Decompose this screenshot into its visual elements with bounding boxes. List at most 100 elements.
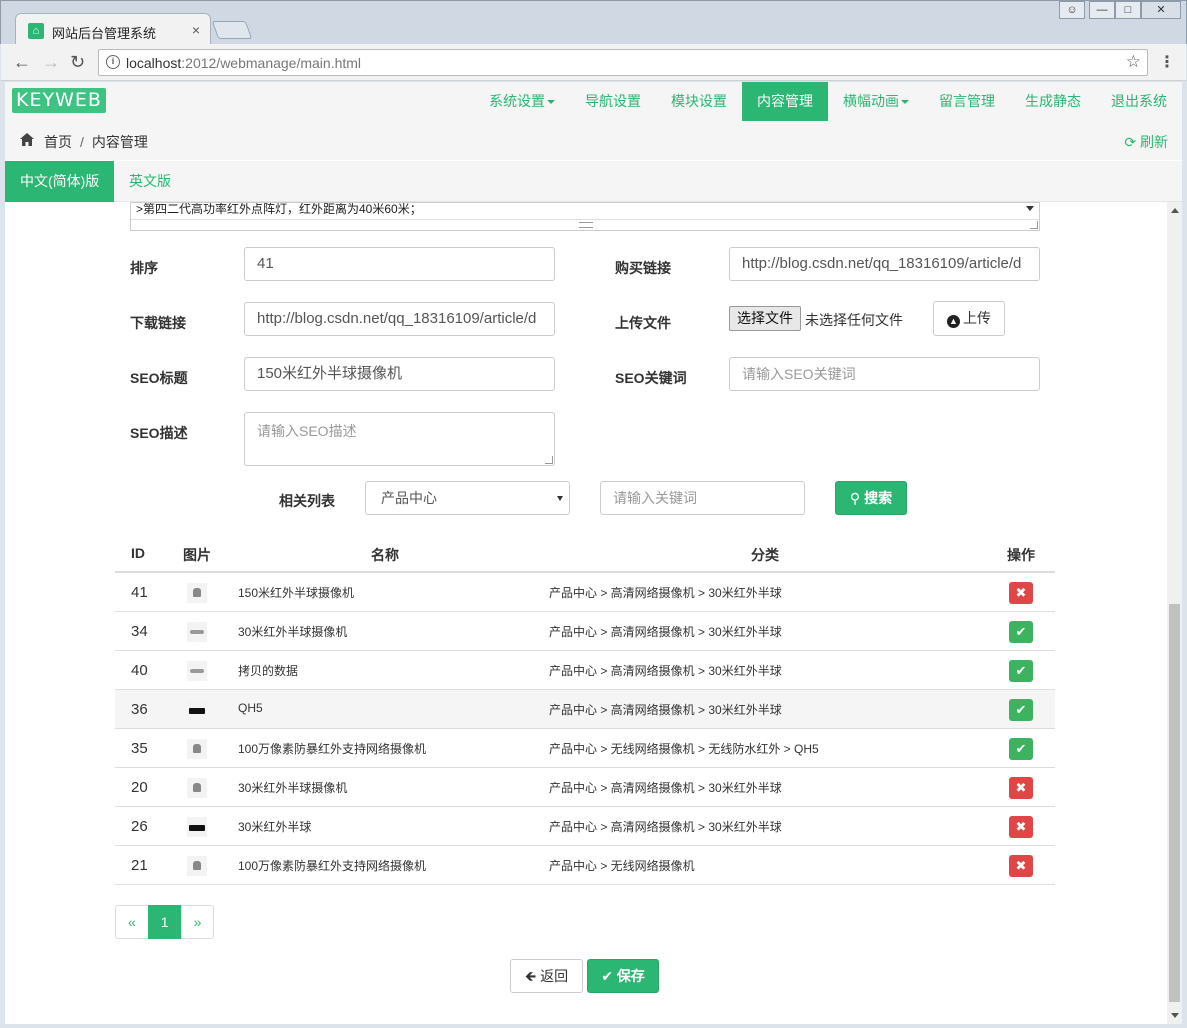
row-name: 30米红外半球摄像机 [238, 625, 348, 639]
menu-item-messages[interactable]: 留言管理 [924, 82, 1010, 121]
row-id: 20 [131, 779, 148, 796]
product-thumbnail [187, 817, 207, 837]
remove-relation-button[interactable]: ✖ [1009, 777, 1033, 799]
resize-grip-icon[interactable] [545, 456, 553, 464]
related-list-select[interactable]: 产品中心 [365, 481, 570, 515]
refresh-button[interactable]: ⟳ 刷新 [1124, 132, 1168, 152]
row-name: 100万像素防暴红外支持网络摄像机 [238, 742, 427, 756]
search-button[interactable]: ⚲ 搜索 [835, 481, 907, 515]
table-row[interactable]: 20 30米红外半球摄像机 产品中心 > 高清网络摄像机 > 30米红外半球 ✖ [115, 768, 1055, 807]
sort-label: 排序 [130, 260, 158, 276]
header-action: 操作 [1007, 547, 1035, 563]
resize-grip-icon[interactable] [1030, 221, 1038, 229]
url-input[interactable]: i localhost:2012/webmanage/main.html ☆ [98, 49, 1148, 76]
profile-icon[interactable]: ☺ [1059, 1, 1085, 19]
upload-file-label: 上传文件 [615, 315, 671, 331]
page: KEYWEB 系统设置 导航设置 模块设置 内容管理 横幅动画 留言管理 生成静… [5, 82, 1182, 1024]
pagination: « 1 » [115, 905, 215, 939]
resize-handle-icon[interactable] [579, 222, 593, 228]
add-relation-button[interactable]: ✔ [1009, 699, 1033, 721]
pagination-page[interactable]: 1 [147, 905, 182, 939]
sort-input[interactable]: 41 [244, 247, 555, 281]
row-category: 产品中心 > 高清网络摄像机 > 30米红外半球 [549, 664, 782, 678]
add-relation-button[interactable]: ✔ [1009, 660, 1033, 682]
url-path: :2012/webmanage/main.html [181, 55, 362, 71]
download-link-input[interactable]: http://blog.csdn.net/qq_18316109/article… [244, 302, 555, 336]
table-row[interactable]: 35 100万像素防暴红外支持网络摄像机 产品中心 > 无线网络摄像机 > 无线防水… [115, 729, 1055, 768]
seo-title-input[interactable]: 150米红外半球摄像机 [244, 357, 555, 391]
back-button[interactable]: 🡸 返回 [510, 959, 583, 993]
minimize-button[interactable]: — [1089, 1, 1115, 19]
tab-chinese[interactable]: 中文(简体)版 [5, 161, 115, 202]
table-row[interactable]: 26 30米红外半球 产品中心 > 高清网络摄像机 > 30米红外半球 ✖ [115, 807, 1055, 846]
browser-tab[interactable]: ⌂ 网站后台管理系统 × [15, 13, 211, 47]
remove-relation-button[interactable]: ✖ [1009, 582, 1033, 604]
product-thumbnail [187, 661, 207, 681]
check-icon: ✔ [601, 968, 613, 984]
tab-english[interactable]: 英文版 [114, 161, 186, 202]
menu-item-banner-animation[interactable]: 横幅动画 [828, 82, 924, 121]
content-editor-textarea[interactable]: >第四二代高功率红外点阵灯，红外距离为40米60米； [130, 202, 1040, 231]
tab-close-icon[interactable]: × [192, 22, 200, 38]
camera-icon [190, 630, 204, 634]
related-items-table: ID 图片 名称 分类 操作 41 150米红外半球摄像机 产品中心 > 高清网络摄… [115, 533, 1055, 885]
download-link-label: 下载链接 [130, 315, 186, 331]
scroll-down-icon[interactable] [1171, 1013, 1179, 1018]
no-file-chosen-text: 未选择任何文件 [805, 312, 903, 328]
row-name: 30米红外半球摄像机 [238, 781, 348, 795]
bookmark-star-icon[interactable]: ☆ [1126, 52, 1141, 72]
remove-relation-button[interactable]: ✖ [1009, 816, 1033, 838]
back-arrow-icon[interactable]: ← [13, 52, 31, 73]
pagination-next[interactable]: » [180, 905, 215, 939]
scrollbar-thumb[interactable] [1169, 604, 1180, 1002]
table-row[interactable]: 40 拷贝的数据 产品中心 > 高清网络摄像机 > 30米红外半球 ✔ [115, 651, 1055, 690]
upload-arrow-icon: ▲ [947, 315, 960, 328]
row-category: 产品中心 > 高清网络摄像机 > 30米红外半球 [549, 820, 782, 834]
site-logo[interactable]: KEYWEB [12, 88, 106, 113]
scroll-up-icon[interactable] [1171, 208, 1179, 213]
menu-item-generate-static[interactable]: 生成静态 [1010, 82, 1096, 121]
menu-item-nav-settings[interactable]: 导航设置 [570, 82, 656, 121]
product-thumbnail [187, 622, 207, 642]
table-row[interactable]: 36 QH5 产品中心 > 高清网络摄像机 > 30米红外半球 ✔ [115, 690, 1055, 729]
camera-icon [189, 825, 205, 831]
seo-keywords-input[interactable]: 请输入SEO关键词 [729, 357, 1040, 391]
save-button[interactable]: ✔ 保存 [587, 959, 659, 993]
breadcrumb-home[interactable]: 首页 [44, 134, 72, 150]
add-relation-button[interactable]: ✔ [1009, 738, 1033, 760]
upload-button[interactable]: ▲ 上传 [933, 301, 1005, 336]
new-tab-button[interactable] [211, 21, 253, 39]
url-host: localhost [126, 55, 182, 71]
menu-item-logout[interactable]: 退出系统 [1096, 82, 1182, 121]
scroll-down-icon[interactable] [1026, 206, 1034, 211]
breadcrumb-separator: / [80, 134, 84, 150]
table-row[interactable]: 41 150米红外半球摄像机 产品中心 > 高清网络摄像机 > 30米红外半球 ✖ [115, 573, 1055, 612]
keyword-search-input[interactable]: 请输入关键词 [600, 481, 805, 515]
pagination-prev[interactable]: « [115, 905, 149, 939]
row-id: 26 [131, 818, 148, 835]
home-icon[interactable] [20, 133, 34, 146]
refresh-icon: ⟳ [1124, 134, 1137, 150]
menu-item-content-management[interactable]: 内容管理 [742, 82, 828, 121]
menu-item-system-settings[interactable]: 系统设置 [474, 82, 570, 121]
forward-arrow-icon[interactable]: → [42, 52, 60, 73]
remove-relation-button[interactable]: ✖ [1009, 855, 1033, 877]
seo-description-textarea[interactable]: 请输入SEO描述 [244, 412, 555, 466]
buy-link-input[interactable]: http://blog.csdn.net/qq_18316109/article… [729, 247, 1040, 281]
row-name: 拷贝的数据 [238, 664, 299, 678]
info-icon[interactable]: i [106, 55, 120, 69]
page-scrollbar[interactable] [1167, 202, 1182, 1024]
maximize-button[interactable]: □ [1115, 1, 1141, 19]
menu-item-module-settings[interactable]: 模块设置 [656, 82, 742, 121]
table-row[interactable]: 34 30米红外半球摄像机 产品中心 > 高清网络摄像机 > 30米红外半球 ✔ [115, 612, 1055, 651]
close-window-button[interactable]: ✕ [1141, 1, 1181, 19]
header-category: 分类 [751, 547, 779, 563]
choose-file-button[interactable]: 选择文件 [729, 306, 801, 331]
table-row[interactable]: 21 100万像素防暴红外支持网络摄像机 产品中心 > 无线网络摄像机 ✖ [115, 846, 1055, 885]
add-relation-button[interactable]: ✔ [1009, 621, 1033, 643]
browser-menu-icon[interactable]: ⋮ [1159, 52, 1175, 72]
row-category: 产品中心 > 高清网络摄像机 > 30米红外半球 [549, 586, 782, 600]
reload-icon[interactable]: ↻ [70, 52, 85, 73]
content-editor-text: >第四二代高功率红外点阵灯，红外距离为40米60米； [131, 203, 1039, 220]
row-category: 产品中心 > 高清网络摄像机 > 30米红外半球 [549, 625, 782, 639]
